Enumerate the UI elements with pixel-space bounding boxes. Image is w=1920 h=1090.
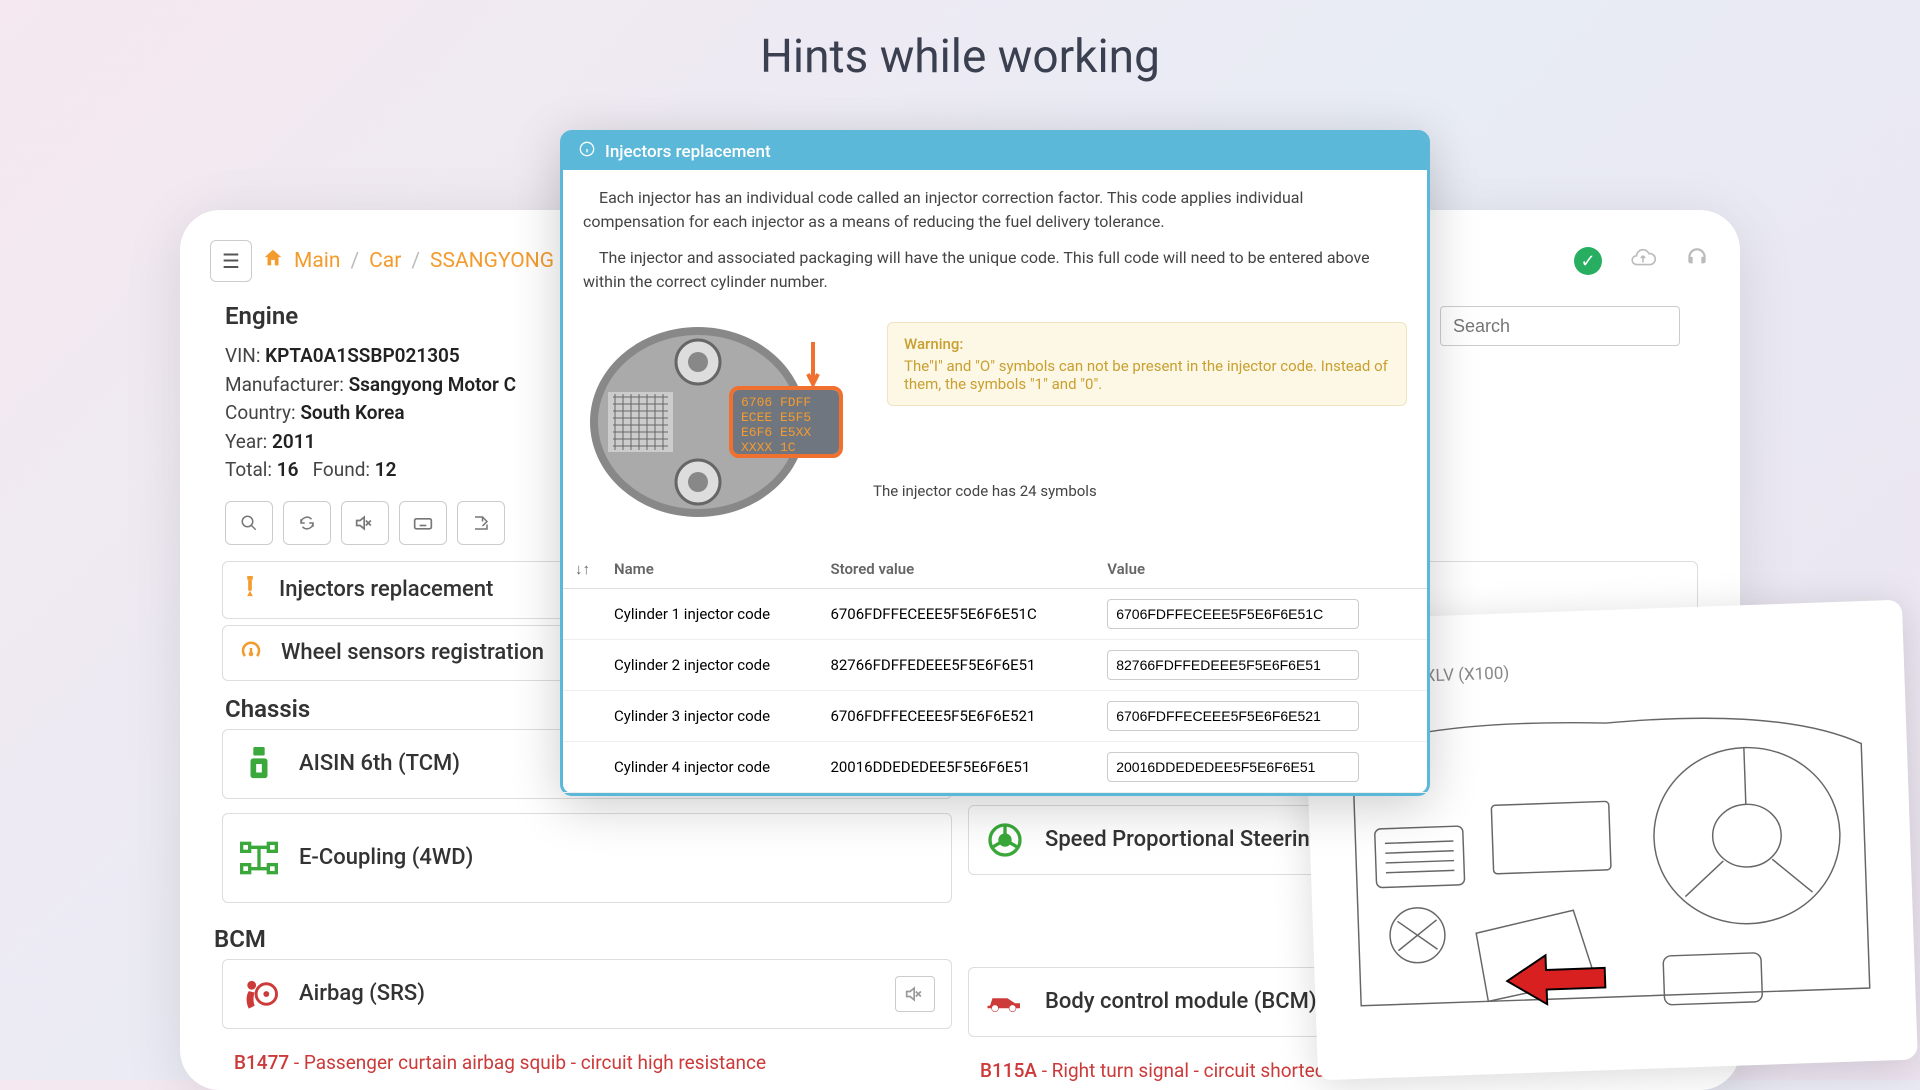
breadcrumb: Main / Car / SSANGYONG — [262, 247, 554, 275]
cell-stored: 6706FDFFECEEE5F5E6F6E521 — [818, 691, 1095, 742]
dtc-text: - Passenger curtain airbag squib - circu… — [289, 1051, 766, 1074]
module-ecoupling-label: E-Coupling (4WD) — [299, 845, 473, 870]
injector-table: ↓↑ Name Stored value Value Cylinder 1 in… — [563, 550, 1427, 793]
injector-code-input[interactable] — [1107, 701, 1359, 731]
modal-title: Injectors replacement — [605, 142, 771, 162]
steering-icon — [985, 820, 1025, 860]
manufacturer-label: Manufacturer: — [225, 373, 344, 396]
headset-icon[interactable] — [1684, 245, 1710, 277]
mute-dtc-button[interactable] — [895, 976, 935, 1012]
warning-box: Warning: The"I" and "O" symbols can not … — [887, 322, 1407, 406]
table-row: Cylinder 3 injector code 6706FDFFECEEE5F… — [563, 691, 1427, 742]
module-airbag[interactable]: Airbag (SRS) — [222, 959, 952, 1029]
breadcrumb-car[interactable]: Car — [369, 249, 401, 273]
breadcrumb-sep: / — [411, 249, 420, 273]
keyboard-button[interactable] — [399, 501, 447, 545]
menu-button[interactable]: ☰ — [210, 240, 252, 282]
country-label: Country: — [225, 401, 296, 424]
module-bcm-label: Body control module (BCM) — [1045, 989, 1317, 1014]
module-airbag-label: Airbag (SRS) — [299, 981, 425, 1006]
col-stored[interactable]: Stored value — [818, 550, 1095, 589]
col-name[interactable]: Name — [602, 550, 818, 589]
airbag-icon — [239, 974, 279, 1014]
country-value: South Korea — [300, 401, 404, 424]
cell-stored: 6706FDFFECEEE5F5E6F6E51C — [818, 589, 1095, 640]
injector-code-input[interactable] — [1107, 752, 1359, 782]
vin-label: VIN: — [225, 344, 260, 367]
year-value: 2011 — [272, 430, 315, 453]
cell-name: Cylinder 3 injector code — [602, 691, 818, 742]
home-icon[interactable] — [262, 247, 284, 275]
modal-header: Injectors replacement — [563, 133, 1427, 170]
action-wheel-label: Wheel sensors registration — [281, 640, 544, 665]
dtc-code: B1477 — [234, 1051, 289, 1074]
cell-stored: 20016DDEDEDEE5F5E6F6E51 — [818, 742, 1095, 793]
col-value[interactable]: Value — [1095, 550, 1427, 589]
modal-body: Each injector has an individual code cal… — [563, 170, 1427, 322]
export-button[interactable] — [457, 501, 505, 545]
top-icons: ✓ — [1574, 245, 1710, 277]
modal-para2: The injector and associated packaging wi… — [583, 246, 1407, 294]
status-ok-icon[interactable]: ✓ — [1574, 247, 1602, 275]
drivetrain-icon — [239, 838, 279, 878]
injector-icon — [239, 574, 261, 606]
info-icon — [579, 141, 595, 162]
warning-label: Warning: — [904, 335, 1390, 353]
injector-code-input[interactable] — [1107, 599, 1359, 629]
vin-value: KPTA0A1SSBP021305 — [265, 344, 460, 367]
page-heading: Hints while working — [0, 0, 1920, 84]
total-value: 16 — [277, 458, 299, 481]
tpms-icon — [239, 638, 263, 668]
dtc-code: B115A — [980, 1059, 1037, 1082]
search-button[interactable] — [225, 501, 273, 545]
breadcrumb-sep: / — [350, 249, 359, 273]
code-line4: XXXX 1C — [741, 440, 796, 455]
table-row: Cylinder 2 injector code 82766FDFFEDEEE5… — [563, 640, 1427, 691]
year-label: Year: — [225, 430, 267, 453]
code-line3: E6F6 E5XX — [741, 425, 811, 440]
module-ecoupling[interactable]: E-Coupling (4WD) — [222, 813, 952, 903]
module-aisin-label: AISIN 6th (TCM) — [299, 751, 460, 776]
col-sort[interactable]: ↓↑ — [563, 550, 602, 589]
car-icon — [985, 982, 1025, 1022]
injector-code-input[interactable] — [1107, 650, 1359, 680]
dtc-text: - Right turn signal - circuit shorted — [1037, 1059, 1325, 1082]
total-label: Total: — [225, 458, 272, 481]
cell-name: Cylinder 2 injector code — [602, 640, 818, 691]
manufacturer-value: Ssangyong Motor C — [349, 373, 516, 396]
cell-stored: 82766FDFFEDEEE5F5E6F6E51 — [818, 640, 1095, 691]
code-line2: ECEE E5F5 — [741, 410, 811, 425]
refresh-button[interactable] — [283, 501, 331, 545]
code-line1: 6706 FDFF — [741, 395, 811, 410]
injector-diagram: 6706 FDFF ECEE E5F5 E6F6 E5XX XXXX 1C — [583, 322, 863, 522]
cloud-upload-icon[interactable] — [1630, 245, 1656, 277]
table-row: Cylinder 4 injector code 20016DDEDEDEE5F… — [563, 742, 1427, 793]
breadcrumb-brand[interactable]: SSANGYONG — [430, 249, 554, 273]
warning-text: The"I" and "O" symbols can not be presen… — [904, 357, 1390, 393]
found-value: 12 — [375, 458, 397, 481]
found-label: Found: — [313, 458, 370, 481]
search-input[interactable] — [1440, 306, 1680, 346]
modal-para1: Each injector has an individual code cal… — [583, 186, 1407, 234]
action-injectors-label: Injectors replacement — [279, 577, 493, 602]
transmission-icon — [239, 744, 279, 784]
cell-name: Cylinder 1 injector code — [602, 589, 818, 640]
cell-name: Cylinder 4 injector code — [602, 742, 818, 793]
breadcrumb-main[interactable]: Main — [294, 249, 340, 273]
mute-button[interactable] — [341, 501, 389, 545]
dtc-row[interactable]: B1477 - Passenger curtain airbag squib -… — [222, 1043, 952, 1082]
table-row: Cylinder 1 injector code 6706FDFFECEEE5F… — [563, 589, 1427, 640]
injectors-modal: Injectors replacement Each injector has … — [560, 130, 1430, 796]
